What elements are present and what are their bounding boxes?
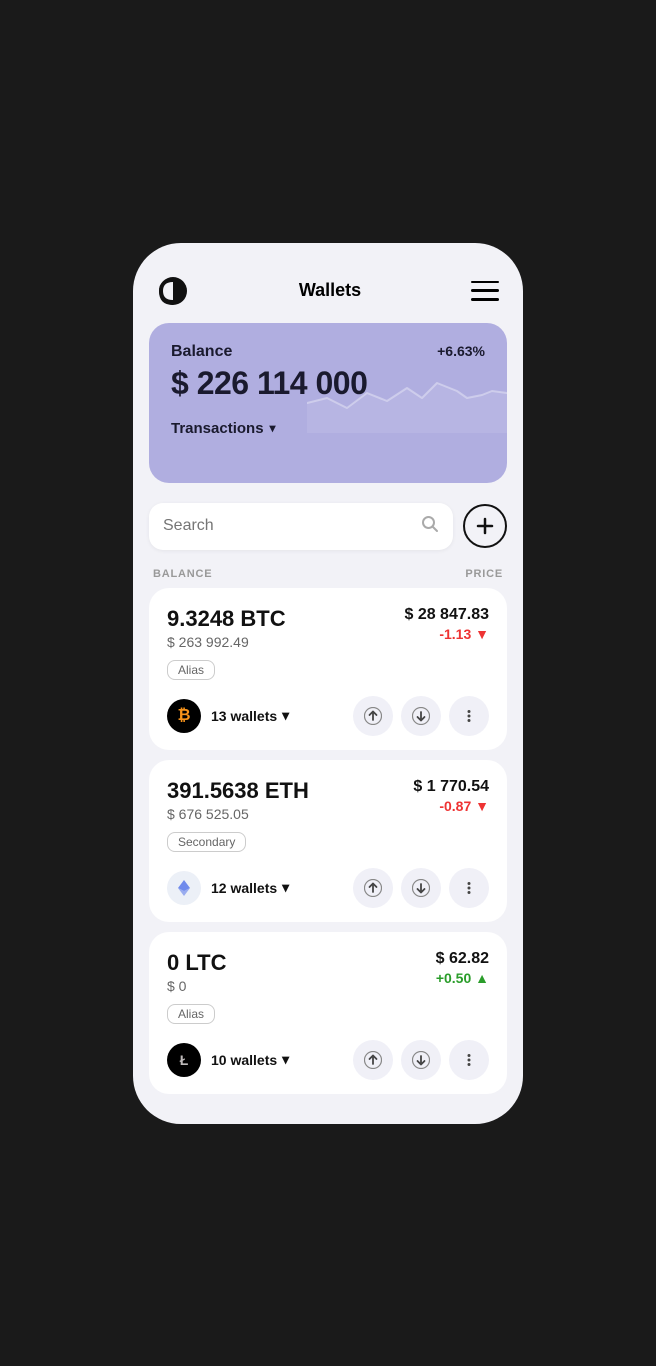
coin-actions-eth (353, 868, 489, 908)
coin-card-btc: 9.3248 BTC $ 263 992.49 $ 28 847.83 -1.1… (149, 588, 507, 750)
balance-card: Balance +6.63% $ 226 114 000 Transaction… (149, 323, 507, 483)
send-eth-button[interactable] (353, 868, 393, 908)
search-section (149, 503, 507, 550)
coin-bottom-btc: ₿ 13 wallets ▾ (167, 696, 489, 736)
page-title: Wallets (299, 280, 361, 301)
search-row (149, 503, 507, 550)
coin-actions-ltc (353, 1040, 489, 1080)
coin-change-btc: -1.13 ▼ (404, 626, 489, 642)
send-ltc-button[interactable] (353, 1040, 393, 1080)
eth-logo-icon (167, 871, 201, 905)
balance-chart (307, 353, 507, 433)
search-box (149, 503, 453, 550)
coin-bottom-ltc: Ł 10 wallets ▾ (167, 1040, 489, 1080)
arrow-down-icon: ▼ (475, 626, 489, 642)
app-logo-icon (157, 275, 189, 307)
col-price-header: PRICE (465, 568, 503, 580)
coin-change-ltc: +0.50 ▲ (436, 970, 489, 986)
search-input[interactable] (163, 517, 411, 535)
arrow-down-icon: ▼ (475, 798, 489, 814)
coin-wallet-info-btc: ₿ 13 wallets ▾ (167, 699, 289, 733)
coin-wallet-info-ltc: Ł 10 wallets ▾ (167, 1043, 289, 1077)
column-headers: BALANCE PRICE (133, 554, 523, 588)
menu-icon[interactable] (471, 281, 499, 301)
balance-label: Balance (171, 343, 232, 361)
coin-balance-ltc: 0 LTC $ 0 (167, 950, 226, 994)
transactions-button[interactable]: Transactions ▾ (171, 420, 276, 437)
chevron-down-icon: ▾ (282, 1051, 289, 1068)
coin-card-ltc: 0 LTC $ 0 $ 62.82 +0.50 ▲ Alias Ł (149, 932, 507, 1094)
ltc-wallet-count[interactable]: 10 wallets ▾ (211, 1051, 289, 1068)
arrow-up-icon: ▲ (475, 970, 489, 986)
chevron-down-icon: ▾ (282, 879, 289, 896)
coin-price-eth: $ 1 770.54 -0.87 ▼ (413, 778, 489, 814)
coin-alias-btc: Alias (167, 660, 215, 680)
phone-frame: Wallets Balance +6.63% $ 226 114 000 (133, 243, 523, 1124)
coin-top-eth: 391.5638 ETH $ 676 525.05 $ 1 770.54 -0.… (167, 778, 489, 822)
ltc-logo-icon: Ł (167, 1043, 201, 1077)
coin-top-btc: 9.3248 BTC $ 263 992.49 $ 28 847.83 -1.1… (167, 606, 489, 650)
btc-logo-icon: ₿ (167, 699, 201, 733)
more-btc-button[interactable] (449, 696, 489, 736)
receive-ltc-button[interactable] (401, 1040, 441, 1080)
send-btc-button[interactable] (353, 696, 393, 736)
coin-change-eth: -0.87 ▼ (413, 798, 489, 814)
coin-bottom-eth: 12 wallets ▾ (167, 868, 489, 908)
coin-top-ltc: 0 LTC $ 0 $ 62.82 +0.50 ▲ (167, 950, 489, 994)
receive-btc-button[interactable] (401, 696, 441, 736)
coin-actions-btc (353, 696, 489, 736)
coin-wallet-info-eth: 12 wallets ▾ (167, 871, 289, 905)
search-icon (421, 515, 439, 538)
coins-list: 9.3248 BTC $ 263 992.49 $ 28 847.83 -1.1… (133, 588, 523, 1094)
coin-balance-btc: 9.3248 BTC $ 263 992.49 (167, 606, 286, 650)
chevron-down-icon: ▾ (270, 421, 276, 435)
coin-alias-ltc: Alias (167, 1004, 215, 1024)
coin-price-btc: $ 28 847.83 -1.13 ▼ (404, 606, 489, 642)
more-eth-button[interactable] (449, 868, 489, 908)
coin-price-ltc: $ 62.82 +0.50 ▲ (436, 950, 489, 986)
col-balance-header: BALANCE (153, 568, 212, 580)
eth-wallet-count[interactable]: 12 wallets ▾ (211, 879, 289, 896)
receive-eth-button[interactable] (401, 868, 441, 908)
header: Wallets (133, 263, 523, 323)
phone-wrapper: Wallets Balance +6.63% $ 226 114 000 (0, 0, 656, 1366)
more-ltc-button[interactable] (449, 1040, 489, 1080)
add-wallet-button[interactable] (463, 504, 507, 548)
coin-balance-eth: 391.5638 ETH $ 676 525.05 (167, 778, 309, 822)
btc-wallet-count[interactable]: 13 wallets ▾ (211, 707, 289, 724)
coin-card-eth: 391.5638 ETH $ 676 525.05 $ 1 770.54 -0.… (149, 760, 507, 922)
chevron-down-icon: ▾ (282, 707, 289, 724)
coin-alias-eth: Secondary (167, 832, 246, 852)
